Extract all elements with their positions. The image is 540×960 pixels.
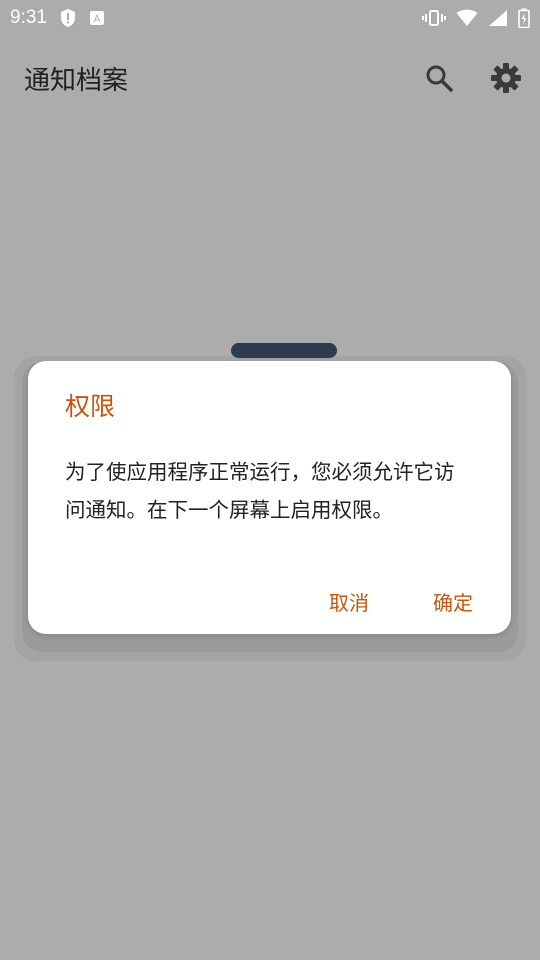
signal-icon [488, 9, 508, 27]
status-left: 9:31 A [10, 7, 105, 29]
dialog-actions: 取消 确定 [329, 587, 473, 616]
status-bar: 9:31 A [0, 0, 540, 36]
app-bar: 通知档案 [0, 36, 540, 120]
confirm-button[interactable]: 确定 [433, 587, 473, 616]
permission-dialog: 权限 为了使应用程序正常运行，您必须允许它访问通知。在下一个屏幕上启用权限。 取… [28, 361, 511, 634]
shield-alert-icon [59, 8, 77, 28]
gear-icon[interactable] [490, 62, 522, 94]
a-text-icon: A [89, 10, 105, 26]
status-time: 9:31 [10, 7, 47, 28]
dialog-message: 为了使应用程序正常运行，您必须允许它访问通知。在下一个屏幕上启用权限。 [65, 460, 455, 522]
dialog-title: 权限 [65, 392, 116, 421]
battery-icon [518, 8, 530, 28]
vibrate-icon [422, 9, 446, 27]
search-icon[interactable] [424, 63, 454, 93]
app-title: 通知档案 [24, 65, 129, 96]
svg-text:A: A [94, 14, 101, 25]
sheet-drag-handle[interactable] [231, 343, 337, 358]
status-right [422, 8, 530, 28]
app-actions [424, 62, 522, 94]
wifi-icon [456, 9, 478, 27]
cancel-button[interactable]: 取消 [329, 587, 369, 616]
